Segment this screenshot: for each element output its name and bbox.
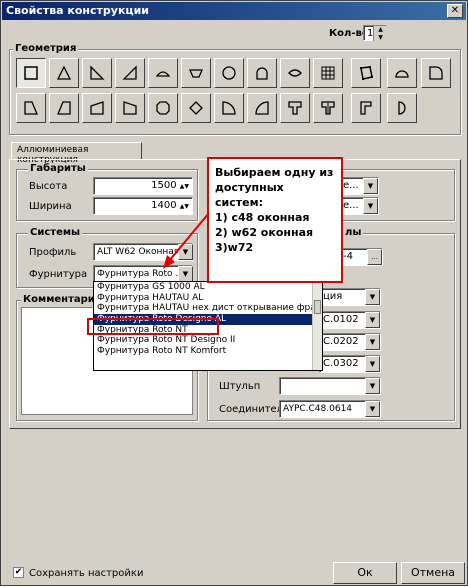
save-settings-checkbox[interactable]: ✔ [13, 567, 24, 578]
save-settings-label: Сохранять настройки [29, 568, 144, 579]
properties-dialog: Свойства конструкции ✕ Кол-во 1 ▲ ▼ Геоме… [0, 0, 468, 586]
cancel-button[interactable]: Отмена [401, 562, 465, 584]
annotation-arrow [163, 212, 210, 269]
ok-button[interactable]: Ок [333, 562, 397, 584]
